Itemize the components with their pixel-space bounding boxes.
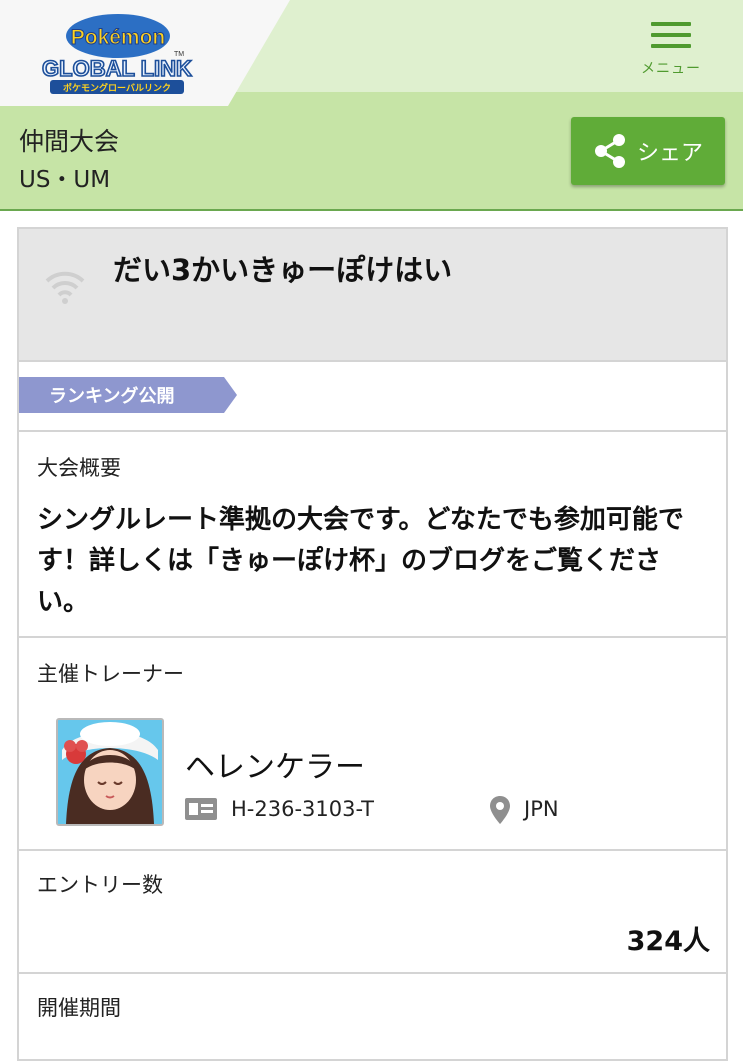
trainer-avatar[interactable] xyxy=(56,718,164,826)
logo-brand-sub: ポケモングローバルリンク xyxy=(63,82,171,94)
entries-section: エントリー数 324人 xyxy=(19,851,726,974)
entries-label: エントリー数 xyxy=(37,873,163,897)
logo-brand-main: GLOBAL LINK xyxy=(42,56,192,81)
overview-section: 大会概要 シングルレート準拠の大会です。どなたでも参加可能です！詳しくは「きゅー… xyxy=(19,432,726,638)
overview-text: シングルレート準拠の大会です。どなたでも参加可能です！詳しくは「きゅーぽけ杯」の… xyxy=(37,505,684,617)
id-card-icon xyxy=(185,798,217,820)
menu-button[interactable]: メニュー xyxy=(639,18,703,82)
competition-title: だい3かいきゅーぽけはい xyxy=(113,253,453,287)
menu-icon xyxy=(639,18,703,48)
organizer-label: 主催トレーナー xyxy=(37,662,184,686)
competition-card: だい3かいきゅーぽけはい ランキング公開 大会概要 シングルレート準拠の大会です… xyxy=(17,227,728,1061)
organizer-section: 主催トレーナー ヘレンケラー H-236-3103-T JPN xyxy=(19,638,726,851)
trainer-id: H-236-3103-T xyxy=(231,797,374,821)
logo-brand-top: Pokémon xyxy=(71,26,166,49)
overview-label: 大会概要 xyxy=(37,456,121,480)
period-label: 開催期間 xyxy=(37,996,121,1020)
wifi-icon xyxy=(45,271,85,304)
status-badge: ランキング公開 xyxy=(19,377,237,413)
trainer-country: JPN xyxy=(524,797,559,821)
competition-header: だい3かいきゅーぽけはい xyxy=(19,229,726,362)
share-label: シェア xyxy=(636,141,703,166)
game-version-label: US・UM xyxy=(19,167,111,193)
location-pin-icon xyxy=(490,796,510,824)
pokemon-global-link-logo[interactable]: Pokémon TM GLOBAL LINK ポケモングローバルリンク xyxy=(32,6,202,98)
trainer-name: ヘレンケラー xyxy=(185,750,365,785)
status-row: ランキング公開 xyxy=(19,362,726,432)
category-band: 仲間大会 US・UM シェア xyxy=(0,92,743,211)
share-button[interactable]: シェア xyxy=(571,117,725,185)
category-title: 仲間大会 xyxy=(19,127,120,156)
period-section: 開催期間 xyxy=(19,974,726,1054)
entries-count: 324人 xyxy=(626,926,710,957)
share-icon xyxy=(594,134,625,168)
menu-label: メニュー xyxy=(641,61,701,77)
